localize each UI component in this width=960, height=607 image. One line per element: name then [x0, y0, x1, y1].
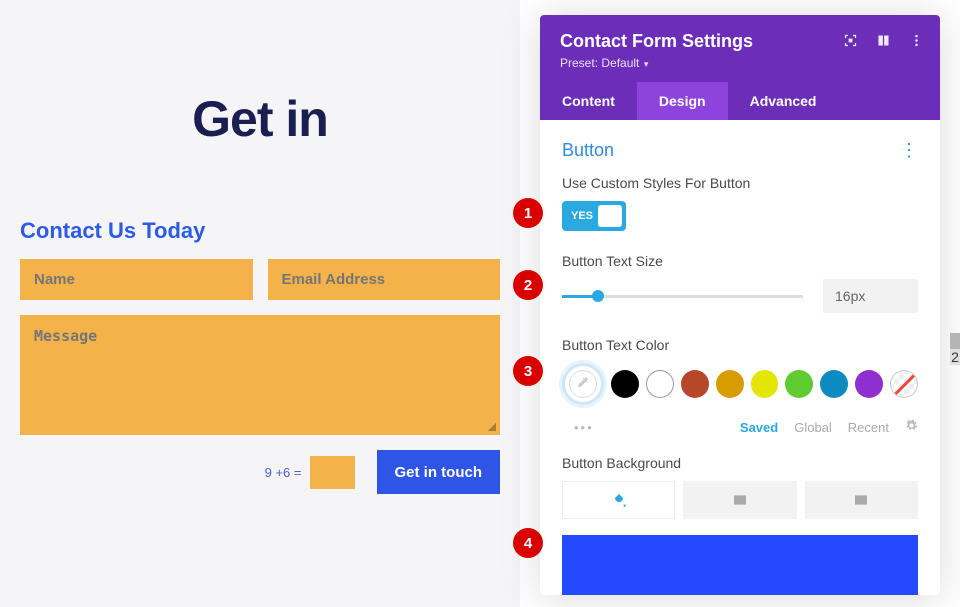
- text-size-label: Button Text Size: [562, 253, 918, 269]
- tab-content[interactable]: Content: [540, 82, 637, 120]
- text-color-label: Button Text Color: [562, 337, 918, 353]
- bg-tab-color[interactable]: [562, 481, 675, 519]
- gear-icon[interactable]: [905, 419, 918, 435]
- bg-type-tabs: [562, 481, 918, 519]
- text-size-row: 16px: [562, 279, 918, 313]
- swatch-amber[interactable]: [716, 370, 744, 398]
- page-heading: Get in: [20, 90, 500, 148]
- preset-selector[interactable]: Preset: Default ▾: [560, 56, 920, 70]
- swatch-white[interactable]: [646, 370, 674, 398]
- header-icons: [843, 33, 924, 53]
- bg-label: Button Background: [562, 455, 918, 471]
- annotation-2: 2: [513, 270, 543, 300]
- swatch-transparent[interactable]: [890, 370, 918, 398]
- panel-tabs: Content Design Advanced: [540, 82, 940, 120]
- name-field[interactable]: [20, 259, 253, 300]
- custom-styles-toggle[interactable]: YES: [562, 201, 626, 231]
- more-swatches-icon[interactable]: •••: [574, 420, 594, 435]
- caret-down-icon: ▾: [641, 59, 648, 69]
- slider-thumb[interactable]: [592, 290, 604, 302]
- bg-color-preview[interactable]: [562, 535, 918, 595]
- swatch-rust[interactable]: [681, 370, 709, 398]
- section-title: Button: [562, 140, 614, 161]
- preview-pane: Get in Contact Us Today 9 +6 = Get in to…: [0, 0, 520, 607]
- swatch-purple[interactable]: [855, 370, 883, 398]
- color-source-tabs: ••• Saved Global Recent: [562, 419, 918, 435]
- text-size-slider[interactable]: [562, 295, 803, 298]
- page-number: 2: [950, 349, 960, 365]
- swatch-lime[interactable]: [751, 370, 779, 398]
- captcha-label: 9 +6 =: [265, 465, 302, 480]
- submit-row: 9 +6 = Get in touch: [20, 450, 500, 494]
- custom-styles-label: Use Custom Styles For Button: [562, 175, 918, 191]
- color-swatches: [562, 363, 918, 405]
- columns-icon[interactable]: [876, 33, 891, 53]
- captcha-input[interactable]: [310, 456, 355, 489]
- form-row: [20, 259, 500, 300]
- annotation-3: 3: [513, 356, 543, 386]
- bg-tab-gradient[interactable]: [683, 481, 796, 519]
- color-tab-global[interactable]: Global: [794, 420, 832, 435]
- settings-panel: Contact Form Settings Preset: Default ▾ …: [540, 15, 940, 595]
- tab-advanced[interactable]: Advanced: [728, 82, 839, 120]
- toggle-knob: [598, 205, 622, 227]
- color-tab-saved[interactable]: Saved: [740, 420, 778, 435]
- panel-body: Button ⋮ Use Custom Styles For Button YE…: [540, 120, 940, 595]
- tab-design[interactable]: Design: [637, 82, 728, 120]
- toggle-value: YES: [571, 210, 593, 222]
- message-field[interactable]: [20, 315, 500, 435]
- annotation-1: 1: [513, 198, 543, 228]
- swatch-green[interactable]: [785, 370, 813, 398]
- current-color-swatch[interactable]: [562, 363, 604, 405]
- section-menu-icon[interactable]: ⋮: [900, 140, 918, 161]
- bg-tab-image[interactable]: [805, 481, 918, 519]
- section-heading: Contact Us Today: [20, 218, 500, 244]
- message-wrap: [20, 315, 500, 435]
- scan-icon[interactable]: [843, 33, 858, 53]
- eyedropper-icon: [569, 370, 597, 398]
- swatch-black[interactable]: [611, 370, 639, 398]
- submit-button[interactable]: Get in touch: [377, 450, 501, 494]
- section-header: Button ⋮: [562, 140, 918, 161]
- swatch-blue[interactable]: [820, 370, 848, 398]
- color-tab-recent[interactable]: Recent: [848, 420, 889, 435]
- panel-header[interactable]: Contact Form Settings Preset: Default ▾: [540, 15, 940, 82]
- kebab-menu-icon[interactable]: [909, 33, 924, 53]
- annotation-4: 4: [513, 528, 543, 558]
- text-size-value[interactable]: 16px: [823, 279, 918, 313]
- email-field[interactable]: [268, 259, 501, 300]
